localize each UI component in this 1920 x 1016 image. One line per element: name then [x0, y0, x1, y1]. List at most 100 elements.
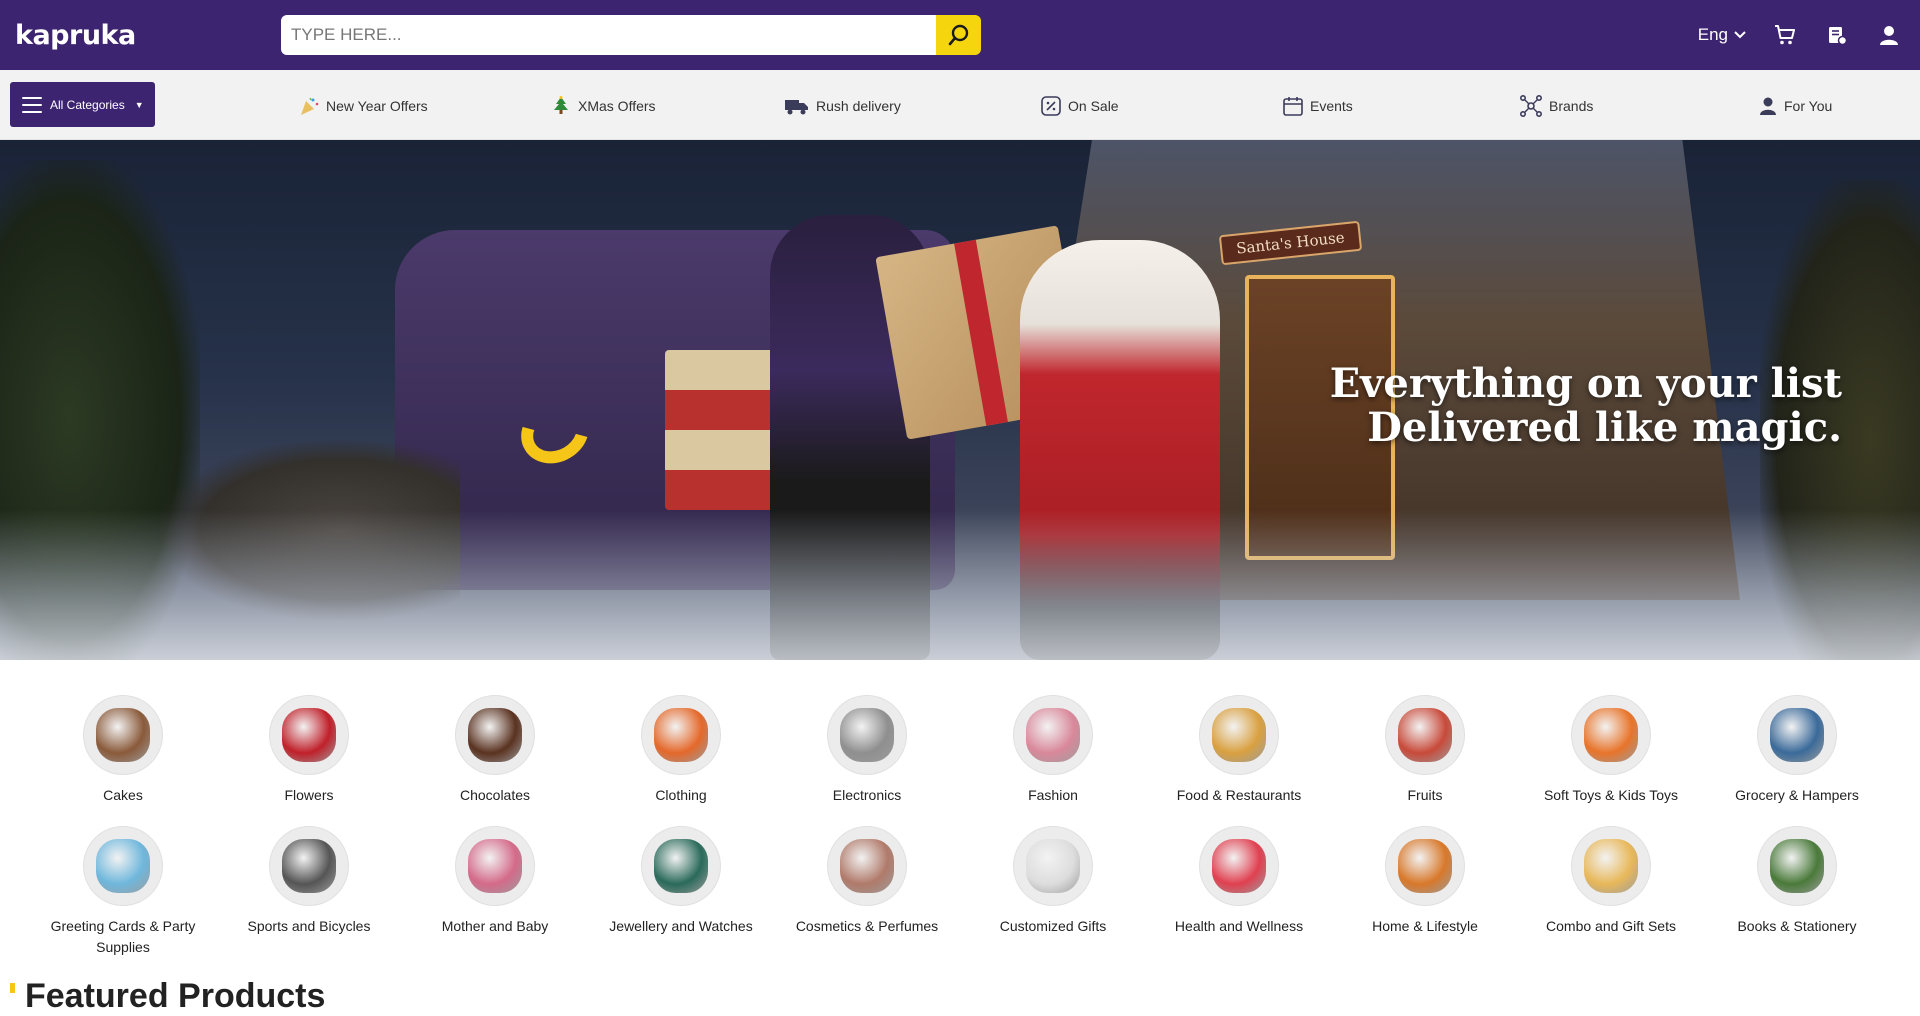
category-thumbnail: [1770, 839, 1824, 893]
category-image: [641, 695, 721, 775]
category-image: [1757, 695, 1837, 775]
section-accent-bar: [10, 983, 15, 993]
category-thumbnail: [840, 839, 894, 893]
all-categories-button[interactable]: All Categories ▼: [10, 82, 155, 127]
category-tile-customized-gifts[interactable]: Customized Gifts: [960, 826, 1146, 937]
nav-item-label: XMas Offers: [578, 98, 656, 114]
category-tile-health-and-wellness[interactable]: Health and Wellness: [1146, 826, 1332, 937]
cart-button[interactable]: [1772, 22, 1798, 48]
hero-banner[interactable]: Santa's House Everything on your list De…: [0, 140, 1920, 660]
category-tile-sports-and-bicycles[interactable]: Sports and Bicycles: [216, 826, 402, 937]
category-tile-mother-and-baby[interactable]: Mother and Baby: [402, 826, 588, 937]
category-tile-cakes[interactable]: Cakes: [30, 695, 216, 806]
category-image: [455, 826, 535, 906]
category-tile-fashion[interactable]: Fashion: [960, 695, 1146, 806]
party-popper-icon: [301, 97, 319, 115]
hero-headline-line1: Everything on your list: [1329, 360, 1842, 407]
search-input[interactable]: [281, 15, 936, 55]
category-label: Books & Stationery: [1737, 918, 1857, 934]
nav-item-label: For You: [1784, 98, 1833, 114]
category-tile-jewellery-and-watches[interactable]: Jewellery and Watches: [588, 826, 774, 937]
language-selector[interactable]: Eng: [1698, 25, 1746, 45]
category-tile-cosmetics-perfumes[interactable]: Cosmetics & Perfumes: [774, 826, 960, 937]
category-label: Cosmetics & Perfumes: [795, 918, 939, 934]
hero-headline: Everything on your list Delivered like m…: [1330, 362, 1842, 450]
category-label: Home & Lifestyle: [1372, 918, 1478, 934]
category-image: [1013, 826, 1093, 906]
category-tile-grocery-hampers[interactable]: Grocery & Hampers: [1704, 695, 1890, 806]
nav-item-new-year-offers[interactable]: New Year Offers: [298, 95, 428, 117]
nav-item-label: New Year Offers: [326, 98, 428, 114]
category-tile-flowers[interactable]: Flowers: [216, 695, 402, 806]
category-tile-greeting-cards-party-supplies[interactable]: Greeting Cards & Party Supplies: [30, 826, 216, 958]
search-bar: [281, 15, 981, 55]
category-image: [1199, 826, 1279, 906]
top-bar: kapruka Eng: [0, 0, 1920, 70]
category-tile-combo-and-gift-sets[interactable]: Combo and Gift Sets: [1518, 826, 1704, 937]
brands-network-icon: [1519, 94, 1542, 117]
category-image: [1199, 695, 1279, 775]
kapruka-logo[interactable]: kapruka: [15, 18, 136, 52]
nav-item-for-you[interactable]: For You: [1758, 95, 1832, 117]
category-thumbnail: [468, 708, 522, 762]
nav-item-rush-delivery[interactable]: Rush delivery: [784, 95, 901, 117]
nav-item-brands[interactable]: Brands: [1519, 94, 1594, 117]
nav-item-label: Brands: [1549, 98, 1594, 114]
category-thumbnail: [1212, 839, 1266, 893]
christmas-tree-icon: [554, 96, 568, 114]
nav-item-events[interactable]: Events: [1282, 95, 1353, 117]
account-button[interactable]: [1876, 22, 1902, 48]
category-thumbnail: [654, 839, 708, 893]
category-tile-chocolates[interactable]: Chocolates: [402, 695, 588, 806]
category-image: [269, 695, 349, 775]
category-tile-electronics[interactable]: Electronics: [774, 695, 960, 806]
category-label: Sports and Bicycles: [247, 918, 371, 934]
nav-item-xmas-offers[interactable]: XMas Offers: [550, 95, 656, 117]
category-image: [1385, 695, 1465, 775]
category-thumbnail: [282, 708, 336, 762]
order-receipt-icon: [1829, 27, 1848, 46]
category-thumbnail: [1212, 708, 1266, 762]
category-thumbnail: [840, 708, 894, 762]
category-thumbnail: [1026, 708, 1080, 762]
category-image: [83, 826, 163, 906]
user-icon: [1760, 97, 1776, 115]
category-image: [455, 695, 535, 775]
featured-products-title: Featured Products: [25, 977, 326, 1015]
category-thumbnail: [1398, 708, 1452, 762]
category-label: Mother and Baby: [441, 918, 549, 934]
nav-item-label: Rush delivery: [816, 98, 901, 114]
category-label: Electronics: [832, 787, 902, 803]
category-tile-fruits[interactable]: Fruits: [1332, 695, 1518, 806]
category-image: [827, 826, 907, 906]
search-button[interactable]: [936, 15, 981, 55]
category-image: [1013, 695, 1093, 775]
language-label: Eng: [1697, 25, 1728, 44]
category-tile-clothing[interactable]: Clothing: [588, 695, 774, 806]
nav-item-on-sale[interactable]: On Sale: [1040, 95, 1119, 117]
category-label: Flowers: [284, 787, 334, 803]
category-label: Fruits: [1407, 787, 1443, 803]
category-label: Food & Restaurants: [1176, 787, 1302, 803]
category-image: [1571, 695, 1651, 775]
category-tile-soft-toys-kids-toys[interactable]: Soft Toys & Kids Toys: [1518, 695, 1704, 806]
category-thumbnail: [1026, 839, 1080, 893]
snow-ground: [0, 510, 1920, 660]
order-tracking-button[interactable]: [1824, 22, 1850, 48]
chevron-down-icon: [1734, 31, 1746, 39]
header-actions: Eng: [1698, 20, 1902, 50]
category-tile-books-stationery[interactable]: Books & Stationery: [1704, 826, 1890, 937]
category-tile-food-restaurants[interactable]: Food & Restaurants: [1146, 695, 1332, 806]
all-categories-label: All Categories: [50, 97, 125, 112]
category-image: [269, 826, 349, 906]
category-label: Fashion: [1028, 787, 1078, 803]
delivery-truck-icon: [785, 100, 808, 115]
category-label: Health and Wellness: [1174, 918, 1304, 934]
hero-headline-line2: Delivered like magic.: [1367, 404, 1842, 451]
category-label: Grocery & Hampers: [1735, 787, 1859, 803]
caret-down-icon: ▼: [134, 99, 144, 110]
category-image: [641, 826, 721, 906]
discount-tag-icon: [1041, 96, 1061, 116]
category-tile-home-lifestyle[interactable]: Home & Lifestyle: [1332, 826, 1518, 937]
category-label: Combo and Gift Sets: [1546, 918, 1676, 934]
